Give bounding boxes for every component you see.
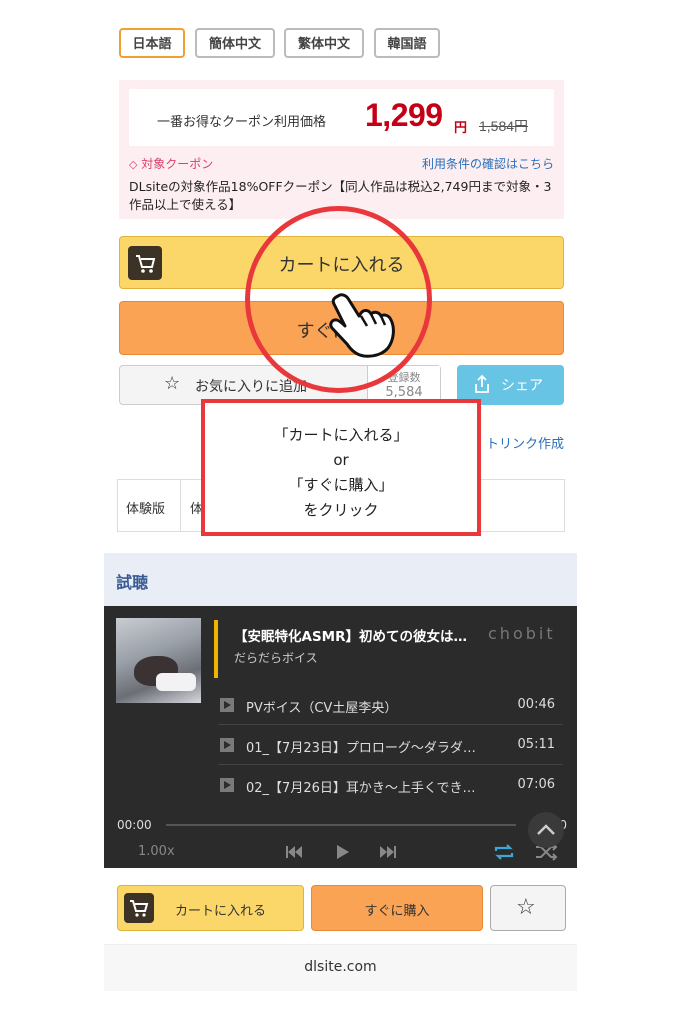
coupon-box: 一番お得なクーポン利用価格 1,299 円 1,584円 ◇ 対象クーポン 利用… [119,80,564,219]
tab-korean[interactable]: 韓国語 [374,28,440,58]
play-icon [220,778,234,792]
browser-url-bar[interactable]: dlsite.com [104,944,577,991]
play-icon [220,738,234,752]
track-row[interactable]: PVボイス（CV土屋李央） 00:46 [218,686,563,725]
annotation-line-1: 「カートに入れる」 [273,426,409,444]
track-duration: 00:46 [517,697,555,712]
work-title: 【安眠特化ASMR】初めての彼女は… [234,629,467,645]
title-accent-bar [214,620,218,678]
bottom-cart-label: カートに入れる [175,904,267,919]
track-duration: 05:11 [517,737,555,752]
track-row[interactable]: 01_【7月23日】プロローグ〜ダラダ… 05:11 [218,726,563,765]
cover-art[interactable] [116,618,201,703]
affiliate-link[interactable]: トリンク作成 [486,433,564,452]
chobit-logo: chobit [488,624,556,643]
play-icon [220,698,234,712]
bottom-favorite-button[interactable]: ☆ [490,885,566,931]
price-unit: 円 [454,121,468,136]
track-name: 02_【7月26日】耳かき〜上手くでき… [246,781,476,796]
favorite-count-value: 5,584 [385,385,423,400]
audio-player: 【安眠特化ASMR】初めての彼女は… chobit だらだらボイス PVボイス（… [104,606,577,868]
annotation-line-4: をクリック [303,501,379,519]
previous-icon[interactable] [284,842,304,862]
share-icon [473,374,491,398]
tab-traditional-chinese[interactable]: 繁体中文 [284,28,364,58]
track-duration: 07:06 [517,777,555,792]
coupon-price: 1,299 [365,97,443,133]
play-button-icon[interactable] [332,842,352,862]
trial-label: 体験版 [126,502,166,517]
trial-divider [180,480,181,531]
tag-icon: ◇ [129,158,138,171]
coupon-tag: ◇ 対象クーポン [129,155,213,172]
star-icon: ☆ [164,373,181,394]
next-icon[interactable] [378,842,398,862]
coupon-tag-label: 対象クーポン [141,157,214,171]
listen-section-header: 試聴 [104,553,577,606]
tab-japanese[interactable]: 日本語 [119,28,185,58]
circle-name: だらだらボイス [234,651,318,665]
listen-heading: 試聴 [116,573,149,592]
terms-link[interactable]: 利用条件の確認はこちら [422,155,554,172]
cover-figure-shirt [156,673,196,691]
track-name: 01_【7月23日】プロローグ〜ダラダ… [246,741,476,756]
cart-icon [124,893,154,923]
share-label: シェア [501,378,543,394]
bottom-add-to-cart-button[interactable]: カートに入れる [117,885,304,931]
bottom-buy-now-button[interactable]: すぐに購入 [311,885,483,931]
scroll-top-icon[interactable] [528,812,564,848]
annotation-box: 「カートに入れる」 or 「すぐに購入」 をクリック [201,399,481,536]
annotation-line-2: or [333,451,349,469]
price-label: 一番お得なクーポン利用価格 [157,115,327,130]
price-card: 一番お得なクーポン利用価格 1,299 円 1,584円 [129,89,554,146]
playback-speed[interactable]: 1.00x [138,844,175,859]
track-row[interactable]: 02_【7月26日】耳かき〜上手くでき… 07:06 [218,766,563,804]
original-price: 1,584円 [479,118,529,134]
url-text: dlsite.com [304,959,377,975]
repeat-icon[interactable] [492,842,516,862]
tab-simplified-chinese[interactable]: 簡体中文 [195,28,275,58]
star-icon: ☆ [516,895,536,920]
track-name: PVボイス（CV土屋李央） [246,701,398,716]
pointing-hand-icon [328,290,404,364]
annotation-line-3: 「すぐに購入」 [288,476,394,494]
bottom-buy-label: すぐに購入 [364,904,430,919]
progress-bar[interactable] [166,824,516,826]
time-current: 00:00 [117,818,152,832]
